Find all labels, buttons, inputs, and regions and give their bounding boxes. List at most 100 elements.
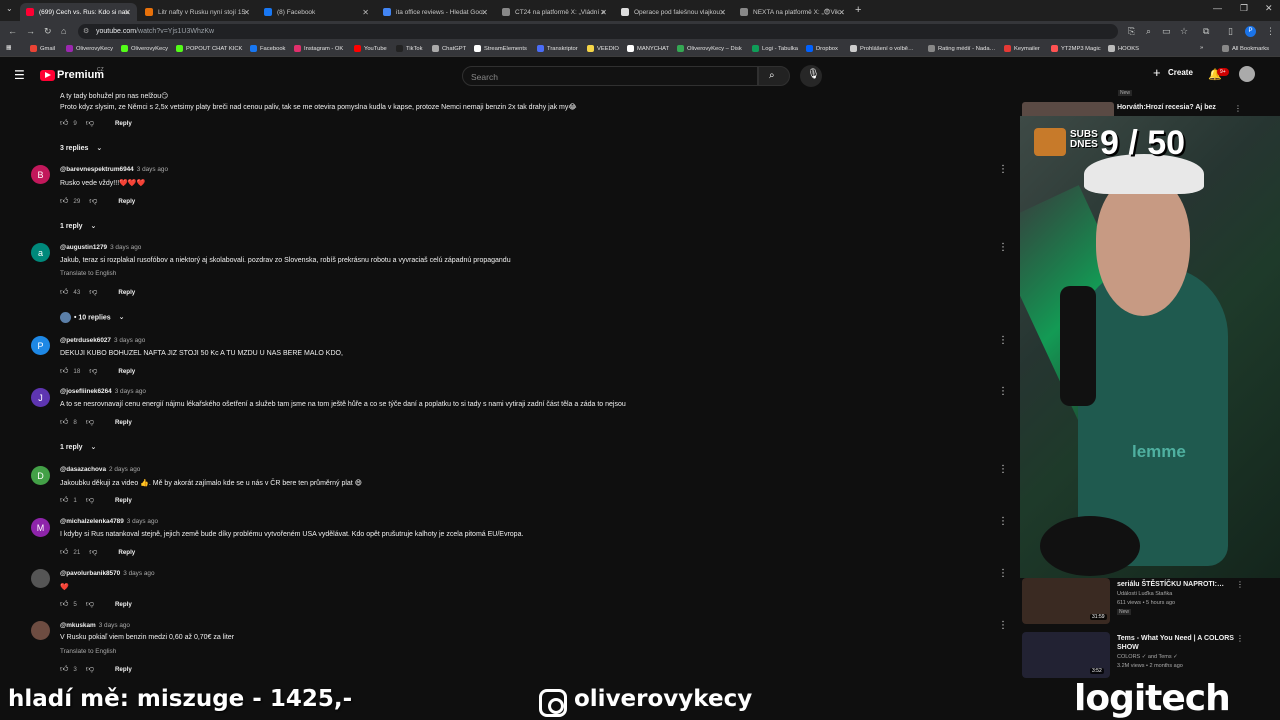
reply-button[interactable]: Reply	[115, 666, 132, 673]
home-icon[interactable]: ⌂	[61, 26, 66, 36]
browser-tab[interactable]: (8) Facebook ✕	[258, 3, 375, 21]
profile-icon[interactable]: P	[1245, 26, 1256, 37]
bookmark-item[interactable]: Keymailer	[1004, 45, 1040, 52]
new-tab-button[interactable]: +	[855, 4, 861, 16]
translate-link[interactable]: Translate to English	[60, 270, 116, 277]
like-thumb-icon[interactable]: 👍︎	[60, 495, 68, 505]
extensions-icon[interactable]: ⧉	[1203, 26, 1209, 37]
bookmark-item[interactable]: OliverovyKecy	[121, 45, 168, 52]
comment-timestamp[interactable]: 3 days ago	[110, 244, 141, 251]
bookmark-item[interactable]: StreamElements	[474, 45, 527, 52]
view-replies-button[interactable]: 3 replies ⌄	[60, 144, 102, 152]
dislike-thumb-icon[interactable]: 👎︎	[89, 366, 97, 376]
dislike-thumb-icon[interactable]: 👎︎	[86, 118, 94, 128]
video-title[interactable]: seriálu ŠTĚSTÍČKU NAPROTI:…	[1117, 580, 1247, 589]
dislike-thumb-icon[interactable]: 👎︎	[89, 547, 97, 557]
comment-timestamp[interactable]: 3 days ago	[99, 622, 130, 629]
forward-icon[interactable]: →	[26, 26, 35, 36]
comment-author-handle[interactable]: @barevnespektrum6944	[60, 166, 134, 173]
commenter-avatar[interactable]	[31, 621, 50, 640]
browser-tab[interactable]: Litr nafty v Rusku nyní stojí 15 … ✕	[139, 3, 256, 21]
like-thumb-icon[interactable]: 👍︎	[60, 196, 68, 206]
comment-menu-icon[interactable]: ⋮	[998, 242, 1008, 253]
view-replies-button[interactable]: • 10 replies ⌄	[60, 312, 125, 323]
video-menu-icon[interactable]: ⋮	[1236, 580, 1244, 589]
close-window-icon[interactable]: ✕	[1265, 3, 1273, 14]
comment-menu-icon[interactable]: ⋮	[998, 464, 1008, 475]
tab-close-icon[interactable]: ✕	[362, 8, 369, 17]
tab-close-icon[interactable]: ✕	[481, 8, 488, 17]
browser-tab[interactable]: NEXTA na platformě X: „😨Vik… ✕	[734, 3, 851, 21]
menu-kebab-icon[interactable]: ⋮	[1266, 26, 1275, 37]
commenter-avatar[interactable]: a	[31, 243, 50, 262]
bookmark-item[interactable]: VEEDIO	[587, 45, 619, 52]
bookmark-item[interactable]: MANYCHAT	[627, 45, 669, 52]
dislike-thumb-icon[interactable]: 👎︎	[86, 664, 94, 674]
tab-close-icon[interactable]: ✕	[124, 8, 131, 17]
create-button[interactable]: Create	[1168, 68, 1193, 77]
video-channel[interactable]: Události Luďka Staňka	[1117, 591, 1172, 597]
like-thumb-icon[interactable]: 👍︎	[60, 366, 68, 376]
like-thumb-icon[interactable]: 👍︎	[60, 664, 68, 674]
dislike-thumb-icon[interactable]: 👎︎	[89, 196, 97, 206]
comment-menu-icon[interactable]: ⋮	[998, 386, 1008, 397]
dislike-thumb-icon[interactable]: 👎︎	[86, 599, 94, 609]
bookmark-item[interactable]: Gmail	[30, 45, 55, 52]
reply-button[interactable]: Reply	[115, 601, 132, 608]
top-video-title[interactable]: Horváth:Hrozí recesia? Aj bez	[1117, 104, 1216, 111]
bookmark-item[interactable]: Rating médií - Nada…	[928, 45, 995, 52]
address-bar[interactable]: ⚙ youtube.com/watch?v=Yjs1U3WhzKw	[78, 24, 1118, 39]
top-video-menu-icon[interactable]: ⋮	[1234, 104, 1242, 113]
video-title[interactable]: Tems - What You Need | A COLORS SHOW	[1117, 634, 1247, 652]
comment-author-handle[interactable]: @mkuskam	[60, 622, 96, 629]
all-bookmarks-link[interactable]: All Bookmarks	[1222, 45, 1269, 52]
bookmark-item[interactable]: ChatGPT	[432, 45, 466, 52]
reply-button[interactable]: Reply	[115, 120, 132, 127]
bookmark-item[interactable]: Logi - Tabulka	[752, 45, 798, 52]
bookmark-item[interactable]: OliverovyKecy	[66, 45, 113, 52]
comment-author-handle[interactable]: @pavolurbanik8570	[60, 570, 120, 577]
bookmark-item[interactable]: Prohlášení o volbě…	[850, 45, 914, 52]
sidebar-video-item[interactable]: 31:59 seriálu ŠTĚSTÍČKU NAPROTI:… Události…	[1022, 578, 1278, 632]
comment-author-handle[interactable]: @petrdusek6027	[60, 337, 111, 344]
browser-tab[interactable]: Operace pod falešnou vlajkou … ✕	[615, 3, 732, 21]
dislike-thumb-icon[interactable]: 👎︎	[86, 495, 94, 505]
bookmark-item[interactable]: HOOKS	[1108, 45, 1139, 52]
tab-close-icon[interactable]: ✕	[600, 8, 607, 17]
comment-timestamp[interactable]: 3 days ago	[127, 518, 158, 525]
dislike-thumb-icon[interactable]: 👎︎	[89, 287, 97, 297]
translate-icon[interactable]: ⎘	[1128, 26, 1135, 37]
comment-menu-icon[interactable]: ⋮	[998, 568, 1008, 579]
reply-button[interactable]: Reply	[118, 289, 135, 296]
reply-button[interactable]: Reply	[115, 419, 132, 426]
bookmarks-overflow-icon[interactable]: »	[1200, 45, 1203, 51]
view-replies-button[interactable]: 1 reply ⌄	[60, 443, 96, 451]
view-replies-button[interactable]: 1 reply ⌄	[60, 222, 96, 230]
tab-close-icon[interactable]: ✕	[719, 8, 726, 17]
reply-button[interactable]: Reply	[118, 198, 135, 205]
bookmark-item[interactable]: YouTube	[354, 45, 387, 52]
cast-icon[interactable]: ▭	[1162, 26, 1171, 37]
like-thumb-icon[interactable]: 👍︎	[60, 599, 68, 609]
maximize-icon[interactable]: ❐	[1240, 3, 1248, 14]
bookmark-item[interactable]: Facebook	[250, 45, 285, 52]
comment-timestamp[interactable]: 3 days ago	[114, 337, 145, 344]
bookmark-item[interactable]: Dropbox	[806, 45, 838, 52]
tab-close-icon[interactable]: ✕	[838, 8, 845, 17]
bookmark-item[interactable]: TikTok	[396, 45, 423, 52]
comment-menu-icon[interactable]: ⋮	[998, 335, 1008, 346]
commenter-avatar[interactable]: J	[31, 388, 50, 407]
hamburger-menu-icon[interactable]: ☰	[14, 68, 25, 82]
search-input[interactable]: Search	[462, 66, 758, 86]
comment-author-handle[interactable]: @augustin1279	[60, 244, 107, 251]
comment-timestamp[interactable]: 3 days ago	[137, 166, 168, 173]
comment-menu-icon[interactable]: ⋮	[998, 620, 1008, 631]
video-channel[interactable]: COLORS ✓ and Tems ✓	[1117, 654, 1178, 660]
comment-menu-icon[interactable]: ⋮	[998, 164, 1008, 175]
reload-icon[interactable]: ↻	[44, 26, 52, 37]
like-thumb-icon[interactable]: 👍︎	[60, 118, 68, 128]
zoom-icon[interactable]: ⌕	[1146, 26, 1151, 37]
comment-author-handle[interactable]: @dasazachova	[60, 466, 106, 473]
browser-tab[interactable]: (699) Čech vs. Rus: Kdo si nata… ✕	[20, 3, 137, 21]
comment-timestamp[interactable]: 3 days ago	[115, 388, 146, 395]
